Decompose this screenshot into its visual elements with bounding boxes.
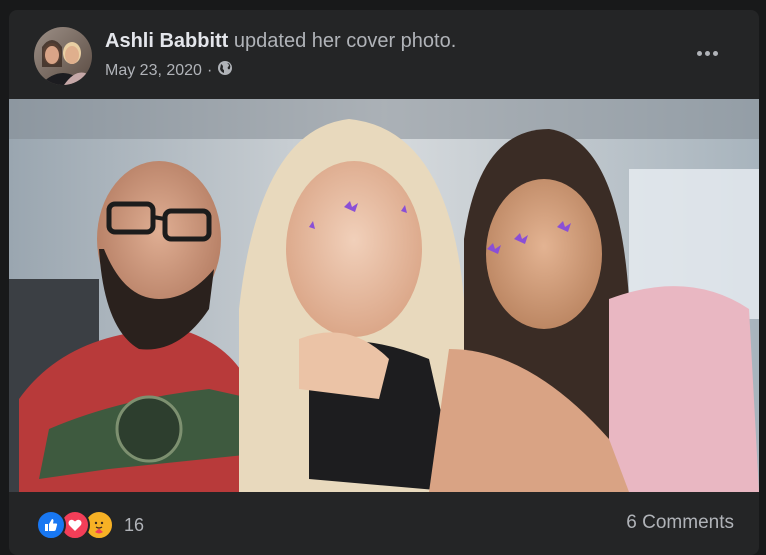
post-footer: 16 6 Comments xyxy=(9,492,759,555)
more-options-button[interactable] xyxy=(689,39,725,67)
reactions-summary[interactable]: 16 xyxy=(36,510,144,540)
post-header: Ashli Babbitt updated her cover photo. M… xyxy=(9,10,759,100)
post-author-line: Ashli Babbitt updated her cover photo. xyxy=(105,30,456,53)
more-options-icon xyxy=(695,50,719,56)
globe-icon xyxy=(217,60,233,81)
post-date-link[interactable]: May 23, 2020 xyxy=(105,62,202,80)
post-meta: May 23, 2020 · xyxy=(105,60,233,81)
author-name-link[interactable]: Ashli Babbitt xyxy=(105,30,228,52)
like-icon xyxy=(36,510,66,540)
cover-photo[interactable] xyxy=(9,99,759,492)
post-card: Ashli Babbitt updated her cover photo. M… xyxy=(9,10,759,555)
comments-count-link[interactable]: 6 Comments xyxy=(626,512,734,534)
post-action-text: updated her cover photo. xyxy=(233,30,457,52)
meta-separator: · xyxy=(206,61,213,79)
reaction-count: 16 xyxy=(124,514,145,535)
avatar[interactable] xyxy=(34,27,92,85)
